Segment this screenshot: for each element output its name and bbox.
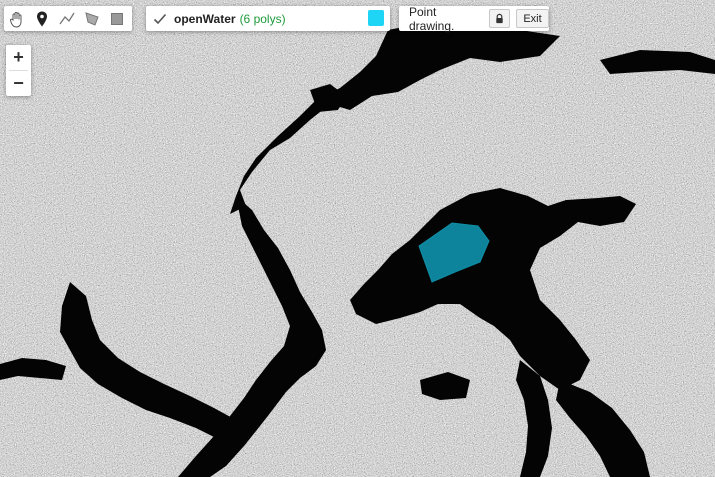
zoom-control: + − <box>6 45 31 96</box>
layer-name[interactable]: openWater <box>174 12 236 26</box>
layer-polygon-count: (6 polys) <box>239 11 286 26</box>
polygon-tool-button[interactable] <box>79 6 104 31</box>
satellite-map[interactable] <box>0 0 715 477</box>
checkmark-icon <box>153 13 167 24</box>
zoom-in-button[interactable]: + <box>6 45 31 70</box>
polygon-icon <box>84 11 99 26</box>
exit-button[interactable]: Exit <box>516 9 549 28</box>
marker-icon <box>36 11 47 26</box>
line-tool-button[interactable] <box>54 6 79 31</box>
zoom-out-button[interactable]: − <box>6 71 31 96</box>
drawing-status-text: Point drawing. <box>409 4 455 33</box>
drawing-status-panel: Point drawing. Exit <box>399 4 549 33</box>
drawing-toolbar <box>4 6 132 31</box>
layer-panel: openWater (6 polys) <box>146 6 390 31</box>
polyline-icon <box>58 12 75 24</box>
lock-button[interactable] <box>488 9 511 28</box>
point-tool-button[interactable] <box>29 6 54 31</box>
lock-icon <box>496 13 503 24</box>
pan-tool-button[interactable] <box>4 6 29 31</box>
rectangle-icon <box>110 12 123 25</box>
hand-icon <box>9 11 21 28</box>
layer-visibility-checkbox[interactable] <box>152 11 168 27</box>
rectangle-tool-button[interactable] <box>104 6 129 31</box>
layer-color-swatch[interactable] <box>368 10 384 26</box>
